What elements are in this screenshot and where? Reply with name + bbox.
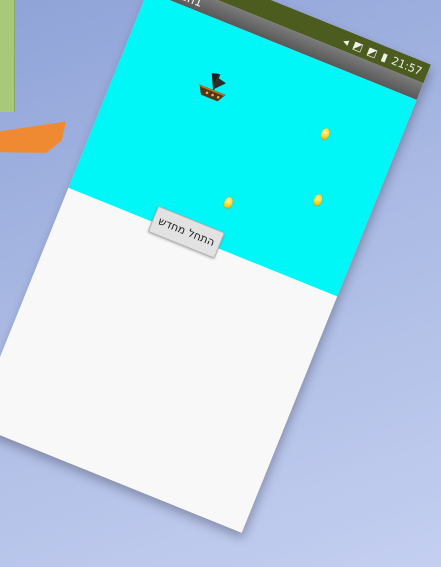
gold-coin-icon[interactable] <box>222 195 235 210</box>
sim1-icon: ◩ <box>350 38 366 55</box>
sim2-icon: ◩ <box>365 43 380 60</box>
phone-screen: ▲ ◣ ▼ ▣ ◷ ◂ ◩ ◩ ▮ 21:57 Screen1 הת <box>0 0 431 533</box>
volume-icon: ◂ <box>341 34 352 49</box>
background-panel <box>0 0 15 112</box>
background-brush-stroke <box>0 122 66 157</box>
pirate-ship-icon[interactable] <box>192 66 236 108</box>
battery-icon: ▮ <box>379 49 390 64</box>
gold-coin-icon[interactable] <box>311 193 324 208</box>
gold-coin-icon[interactable] <box>319 127 332 142</box>
